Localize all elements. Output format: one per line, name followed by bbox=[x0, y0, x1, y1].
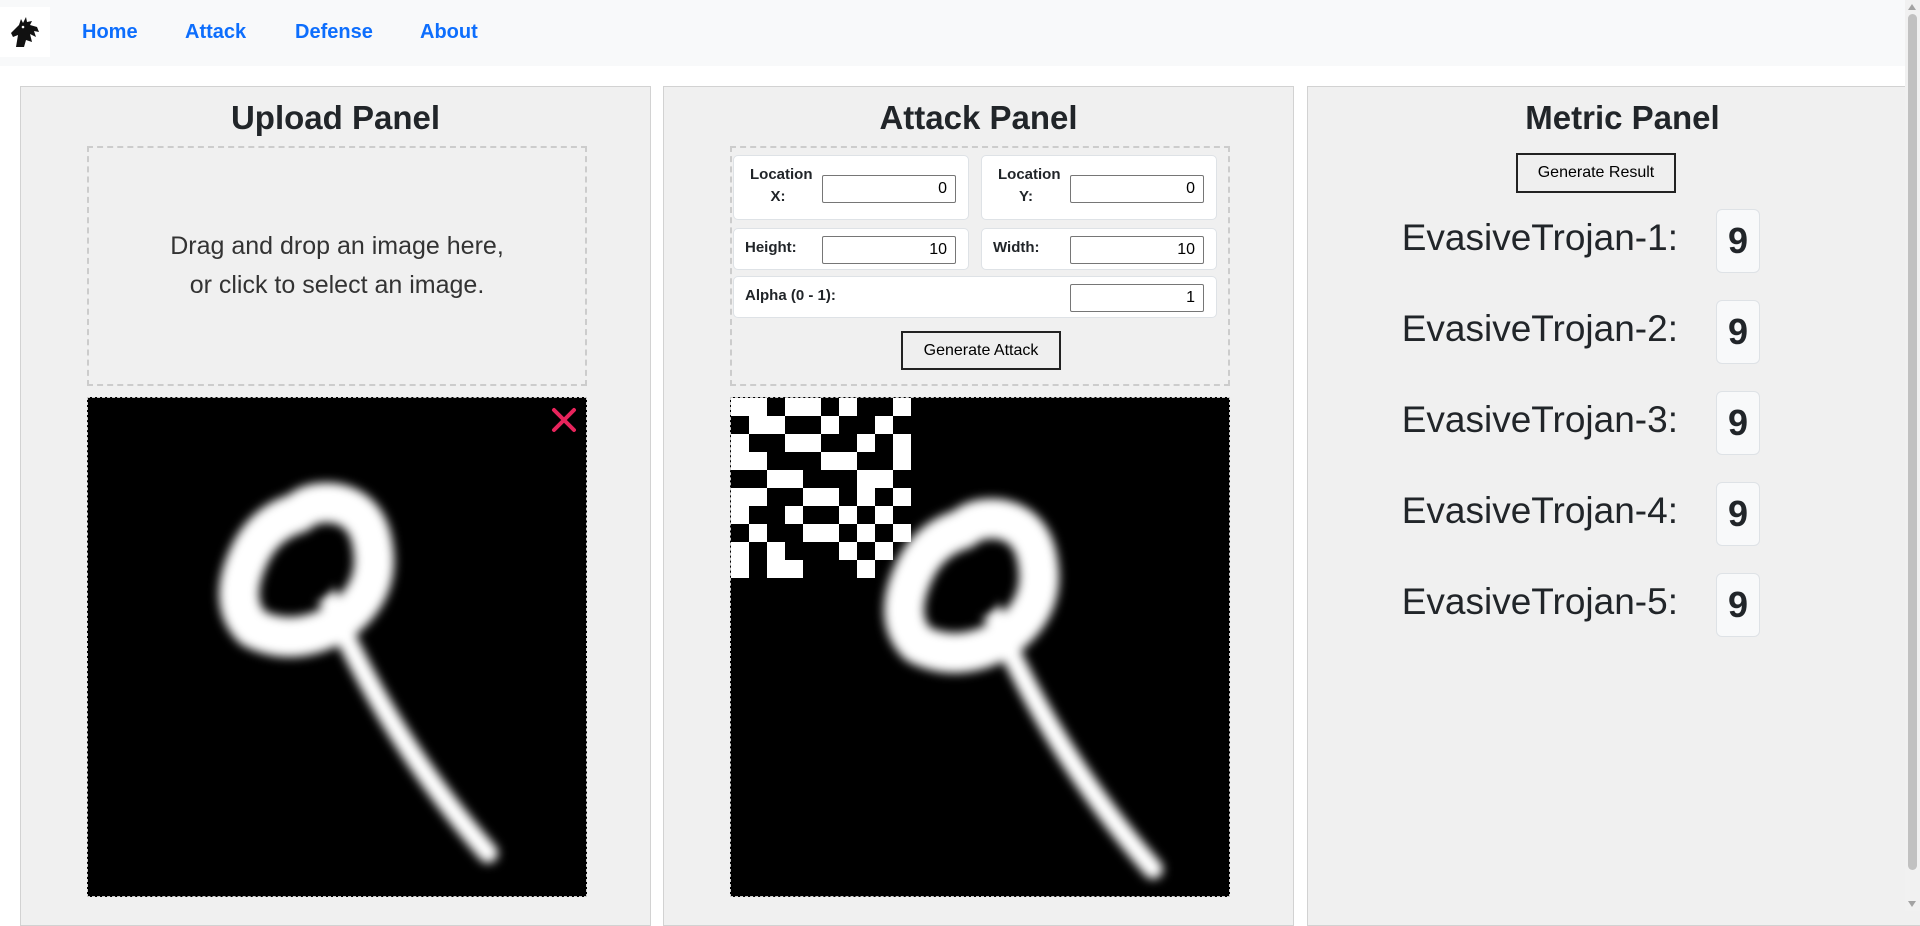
height-field: Height: bbox=[733, 228, 969, 270]
alpha-label: Alpha (0 - 1): bbox=[745, 287, 836, 304]
uploaded-image bbox=[87, 397, 587, 897]
alpha-field: Alpha (0 - 1): bbox=[733, 276, 1217, 318]
nav-home-link[interactable]: Home bbox=[82, 21, 138, 44]
image-dropzone[interactable]: Drag and drop an image here, or click to… bbox=[87, 146, 587, 386]
height-label: Height: bbox=[745, 239, 797, 256]
upload-panel: Upload Panel Drag and drop an image here… bbox=[20, 86, 651, 926]
location-x-field: Location X: bbox=[733, 155, 969, 220]
location-y-input[interactable] bbox=[1070, 175, 1204, 203]
metric-value: 9 bbox=[1716, 391, 1760, 455]
scroll-up-arrow-icon[interactable] bbox=[1908, 4, 1916, 10]
location-x-input[interactable] bbox=[822, 175, 956, 203]
metric-value: 9 bbox=[1716, 482, 1760, 546]
metric-row-5: EvasiveTrojan-5: 9 bbox=[1402, 573, 1760, 637]
metric-row-2: EvasiveTrojan-2: 9 bbox=[1402, 300, 1760, 364]
metric-panel: Metric Panel Generate Result EvasiveTroj… bbox=[1307, 86, 1920, 926]
width-input[interactable] bbox=[1070, 236, 1204, 264]
attack-panel: Attack Panel LocationX: LocationY: Heigh… bbox=[663, 86, 1294, 926]
location-y-field: Location Y: bbox=[981, 155, 1217, 220]
page-scrollbar[interactable] bbox=[1905, 0, 1920, 911]
width-field: Width: bbox=[981, 228, 1217, 270]
upload-panel-title: Upload Panel bbox=[230, 99, 441, 136]
width-label: Width: bbox=[993, 239, 1040, 256]
metric-label: EvasiveTrojan-3: bbox=[1401, 399, 1678, 440]
location-x-label: Location X: bbox=[750, 166, 813, 205]
scrollbar-thumb[interactable] bbox=[1908, 14, 1917, 870]
metric-label: EvasiveTrojan-1: bbox=[1401, 217, 1678, 258]
dropzone-text-line2: or click to select an image. bbox=[189, 271, 485, 299]
attacked-image bbox=[730, 397, 1230, 897]
metric-value: 9 bbox=[1716, 300, 1760, 364]
metric-label: EvasiveTrojan-4: bbox=[1401, 490, 1678, 531]
dropzone-text-line1: Drag and drop an image here, bbox=[170, 232, 504, 260]
remove-image-close-icon[interactable] bbox=[548, 404, 580, 436]
alpha-input[interactable] bbox=[1070, 284, 1204, 312]
nav-attack-link[interactable]: Attack bbox=[185, 21, 246, 44]
digit-nine-image bbox=[88, 398, 586, 896]
metric-row-4: EvasiveTrojan-4: 9 bbox=[1402, 482, 1760, 546]
metric-label: EvasiveTrojan-2: bbox=[1401, 308, 1678, 349]
metric-value: 9 bbox=[1716, 209, 1760, 273]
navbar: Home Attack Defense About bbox=[0, 0, 1905, 66]
generate-attack-button[interactable]: Generate Attack bbox=[901, 331, 1061, 370]
metric-value: 9 bbox=[1716, 573, 1760, 637]
scroll-down-arrow-icon[interactable] bbox=[1908, 901, 1916, 907]
attacked-digit-image bbox=[731, 398, 1229, 896]
location-y-label: Location Y: bbox=[998, 166, 1061, 205]
logo-horse-icon[interactable] bbox=[0, 7, 50, 57]
height-input[interactable] bbox=[822, 236, 956, 264]
nav-defense-link[interactable]: Defense bbox=[295, 21, 373, 44]
attack-form: LocationX: LocationY: Height: Width: Alp… bbox=[730, 146, 1230, 386]
metric-label: EvasiveTrojan-5: bbox=[1401, 581, 1678, 622]
metric-row-1: EvasiveTrojan-1: 9 bbox=[1402, 209, 1760, 273]
generate-result-button[interactable]: Generate Result bbox=[1516, 153, 1676, 193]
metric-panel-title: Metric Panel bbox=[1525, 99, 1720, 136]
attack-panel-title: Attack Panel bbox=[879, 99, 1078, 136]
nav-about-link[interactable]: About bbox=[420, 21, 478, 44]
metric-row-3: EvasiveTrojan-3: 9 bbox=[1402, 391, 1760, 455]
